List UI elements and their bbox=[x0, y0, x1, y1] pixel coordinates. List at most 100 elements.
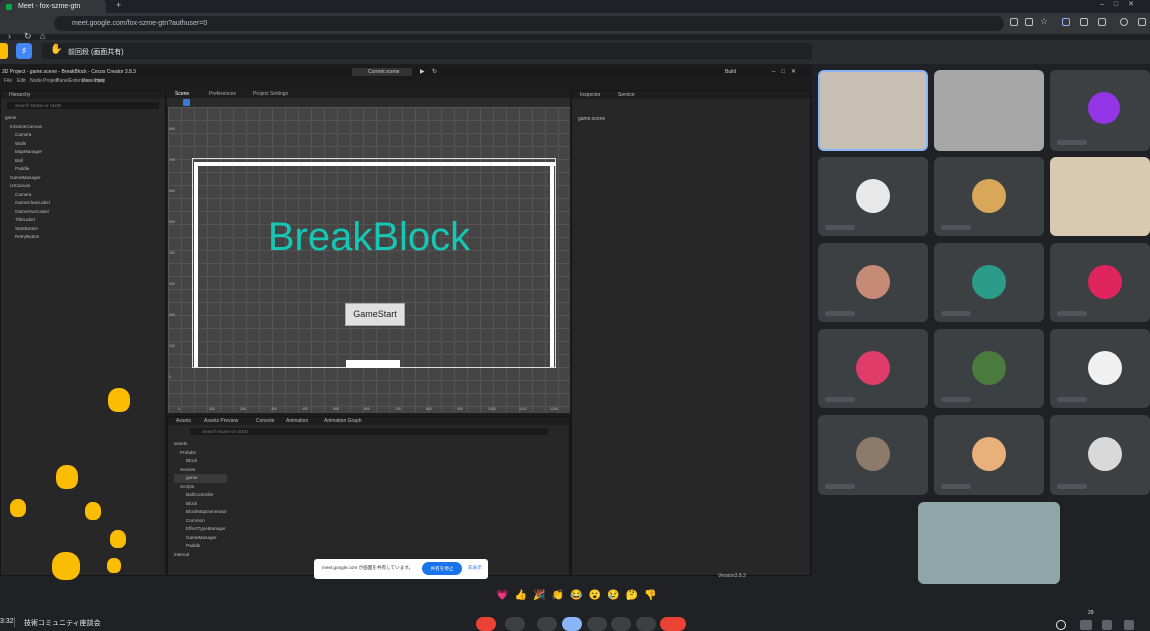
tab-project-settings[interactable]: Project Settings bbox=[253, 91, 288, 97]
tab-service[interactable]: Service bbox=[618, 91, 635, 99]
tab-inspector[interactable]: Inspector bbox=[580, 91, 601, 99]
reaction-emoji-button[interactable]: 😂 bbox=[570, 590, 582, 602]
scene-dropdown[interactable]: Current scene bbox=[352, 68, 412, 76]
asset-item[interactable]: Scripts bbox=[174, 483, 227, 492]
play-icon[interactable]: ▶ bbox=[420, 68, 425, 75]
hierarchy-node[interactable]: GameManager bbox=[5, 174, 50, 183]
editor-menu-item[interactable]: Help bbox=[95, 78, 105, 84]
hierarchy-node[interactable]: Walls bbox=[5, 140, 50, 149]
participant-tile[interactable] bbox=[818, 243, 928, 322]
participant-tile[interactable] bbox=[818, 70, 928, 151]
participant-tile[interactable] bbox=[1050, 70, 1150, 151]
tab-animation-graph[interactable]: Animation Graph bbox=[324, 417, 362, 425]
hierarchy-node[interactable]: TitleLabel bbox=[5, 216, 50, 225]
tab-preferences[interactable]: Preferences bbox=[209, 91, 236, 97]
asset-item[interactable]: BlockMapGenerator bbox=[174, 508, 227, 517]
hierarchy-node[interactable]: Paddle bbox=[5, 165, 50, 174]
reaction-emoji-button[interactable]: 🎉 bbox=[533, 590, 545, 602]
asset-item[interactable]: Paddle bbox=[174, 542, 227, 551]
editor-menu-item[interactable]: Node bbox=[30, 78, 42, 84]
participant-tile[interactable] bbox=[818, 415, 928, 495]
browser-tab[interactable]: Meet - fox-szme-gtn bbox=[0, 0, 106, 13]
reaction-emoji-button[interactable]: 😢 bbox=[607, 590, 619, 602]
participant-tile[interactable] bbox=[1050, 329, 1150, 408]
participant-tile[interactable] bbox=[934, 329, 1044, 408]
hierarchy-node[interactable]: Ball bbox=[5, 157, 50, 166]
participant-tile[interactable] bbox=[1050, 243, 1150, 322]
extension-icon[interactable] bbox=[1062, 18, 1070, 26]
hierarchy-search-input[interactable]: Search Name or UUID bbox=[7, 102, 159, 109]
tab-assets-preview[interactable]: Assets Preview bbox=[204, 417, 238, 425]
tab-scene[interactable]: Scene bbox=[175, 91, 189, 97]
asset-item[interactable]: Common bbox=[174, 517, 227, 526]
hierarchy-node[interactable]: game bbox=[5, 114, 50, 123]
profile-icon[interactable] bbox=[1120, 18, 1128, 26]
end-call-button[interactable] bbox=[660, 617, 686, 631]
hierarchy-node[interactable]: InGameCanvas bbox=[5, 123, 50, 132]
camera-icon[interactable] bbox=[1010, 18, 1018, 26]
captions-button[interactable] bbox=[537, 617, 557, 631]
tab-console[interactable]: Console bbox=[256, 417, 274, 425]
hierarchy-node[interactable]: RetryButton bbox=[5, 233, 50, 242]
reaction-emoji-button[interactable]: 👏 bbox=[552, 590, 564, 602]
hierarchy-node[interactable]: UICanvas bbox=[5, 182, 50, 191]
hierarchy-node[interactable]: Camera bbox=[5, 131, 50, 140]
participant-tile[interactable] bbox=[1050, 157, 1150, 236]
reaction-emoji-button[interactable]: 👍 bbox=[515, 590, 527, 602]
new-tab-button[interactable]: + bbox=[116, 0, 121, 10]
hierarchy-node[interactable]: GameClearLabel bbox=[5, 199, 50, 208]
open-tab-icon[interactable] bbox=[1025, 18, 1033, 26]
activities-icon[interactable] bbox=[1124, 620, 1134, 630]
hierarchy-node[interactable]: GameOverLabel bbox=[5, 208, 50, 217]
mic-toggle-button[interactable] bbox=[476, 617, 496, 631]
asset-item[interactable]: game bbox=[174, 474, 227, 483]
emoji-button[interactable] bbox=[562, 617, 582, 631]
asset-item[interactable]: EffectTypeManager bbox=[174, 525, 227, 534]
asset-item[interactable]: GameManager bbox=[174, 534, 227, 543]
info-icon[interactable] bbox=[1056, 620, 1066, 630]
more-options-button[interactable] bbox=[636, 617, 656, 631]
url-field[interactable]: meet.google.com/fox-szme-gtn?authuser=0 bbox=[54, 16, 1004, 31]
editor-menu-item[interactable]: File bbox=[4, 78, 12, 84]
editor-menu-item[interactable]: Panel bbox=[56, 78, 69, 84]
scene-view[interactable]: BreakBlock GameStart 800 700 600 500 400 300 2… bbox=[168, 107, 570, 413]
window-controls[interactable]: ‒□✕ bbox=[1100, 0, 1144, 8]
refresh-icon[interactable]: ↻ bbox=[432, 68, 437, 75]
camera-toggle-button[interactable] bbox=[505, 617, 525, 631]
tab-animation[interactable]: Animation bbox=[286, 417, 308, 425]
participant-tile[interactable] bbox=[818, 329, 928, 408]
tab-assets[interactable]: Assets bbox=[176, 417, 191, 425]
participant-tile[interactable] bbox=[934, 243, 1044, 322]
hierarchy-node[interactable]: Camera bbox=[5, 191, 50, 200]
build-button[interactable]: Build bbox=[725, 69, 736, 75]
asset-item[interactable]: internal bbox=[174, 551, 227, 560]
reaction-emoji-button[interactable]: 🤔 bbox=[626, 590, 638, 602]
assets-search-input[interactable]: Search Name or UUID bbox=[190, 428, 548, 435]
participant-tile[interactable] bbox=[1050, 415, 1150, 495]
chrome-menu-icon[interactable] bbox=[1138, 18, 1146, 26]
asset-item[interactable]: Prefabs bbox=[174, 449, 227, 458]
asset-item[interactable]: Block bbox=[174, 457, 227, 466]
participant-tile[interactable] bbox=[934, 415, 1044, 495]
hide-button[interactable]: 非表示 bbox=[468, 565, 482, 571]
participant-tile[interactable] bbox=[818, 157, 928, 236]
chat-icon[interactable] bbox=[1102, 620, 1112, 630]
hierarchy-node[interactable]: MapManager bbox=[5, 148, 50, 157]
asset-item[interactable]: Block bbox=[174, 500, 227, 509]
bookmark-star-icon[interactable]: ☆ bbox=[1040, 16, 1048, 27]
move-tool-icon[interactable] bbox=[183, 99, 190, 106]
participant-tile[interactable] bbox=[934, 157, 1044, 236]
asset-item[interactable]: Scenes bbox=[174, 466, 227, 475]
raise-hand-button[interactable] bbox=[611, 617, 631, 631]
extensions-puzzle-icon[interactable] bbox=[1098, 18, 1106, 26]
editor-window-controls[interactable]: –□✕ bbox=[772, 68, 802, 75]
people-icon[interactable] bbox=[1080, 620, 1092, 630]
stop-sharing-button[interactable]: 共有を停止 bbox=[422, 562, 462, 575]
self-view-tile[interactable] bbox=[918, 502, 1060, 584]
reaction-emoji-button[interactable]: 👎 bbox=[644, 590, 656, 602]
hierarchy-node[interactable]: StartButton bbox=[5, 225, 50, 234]
extension-icon[interactable] bbox=[1080, 18, 1088, 26]
asset-item[interactable]: assets bbox=[174, 440, 227, 449]
asset-item[interactable]: BallController bbox=[174, 491, 227, 500]
game-start-button[interactable]: GameStart bbox=[345, 303, 405, 326]
